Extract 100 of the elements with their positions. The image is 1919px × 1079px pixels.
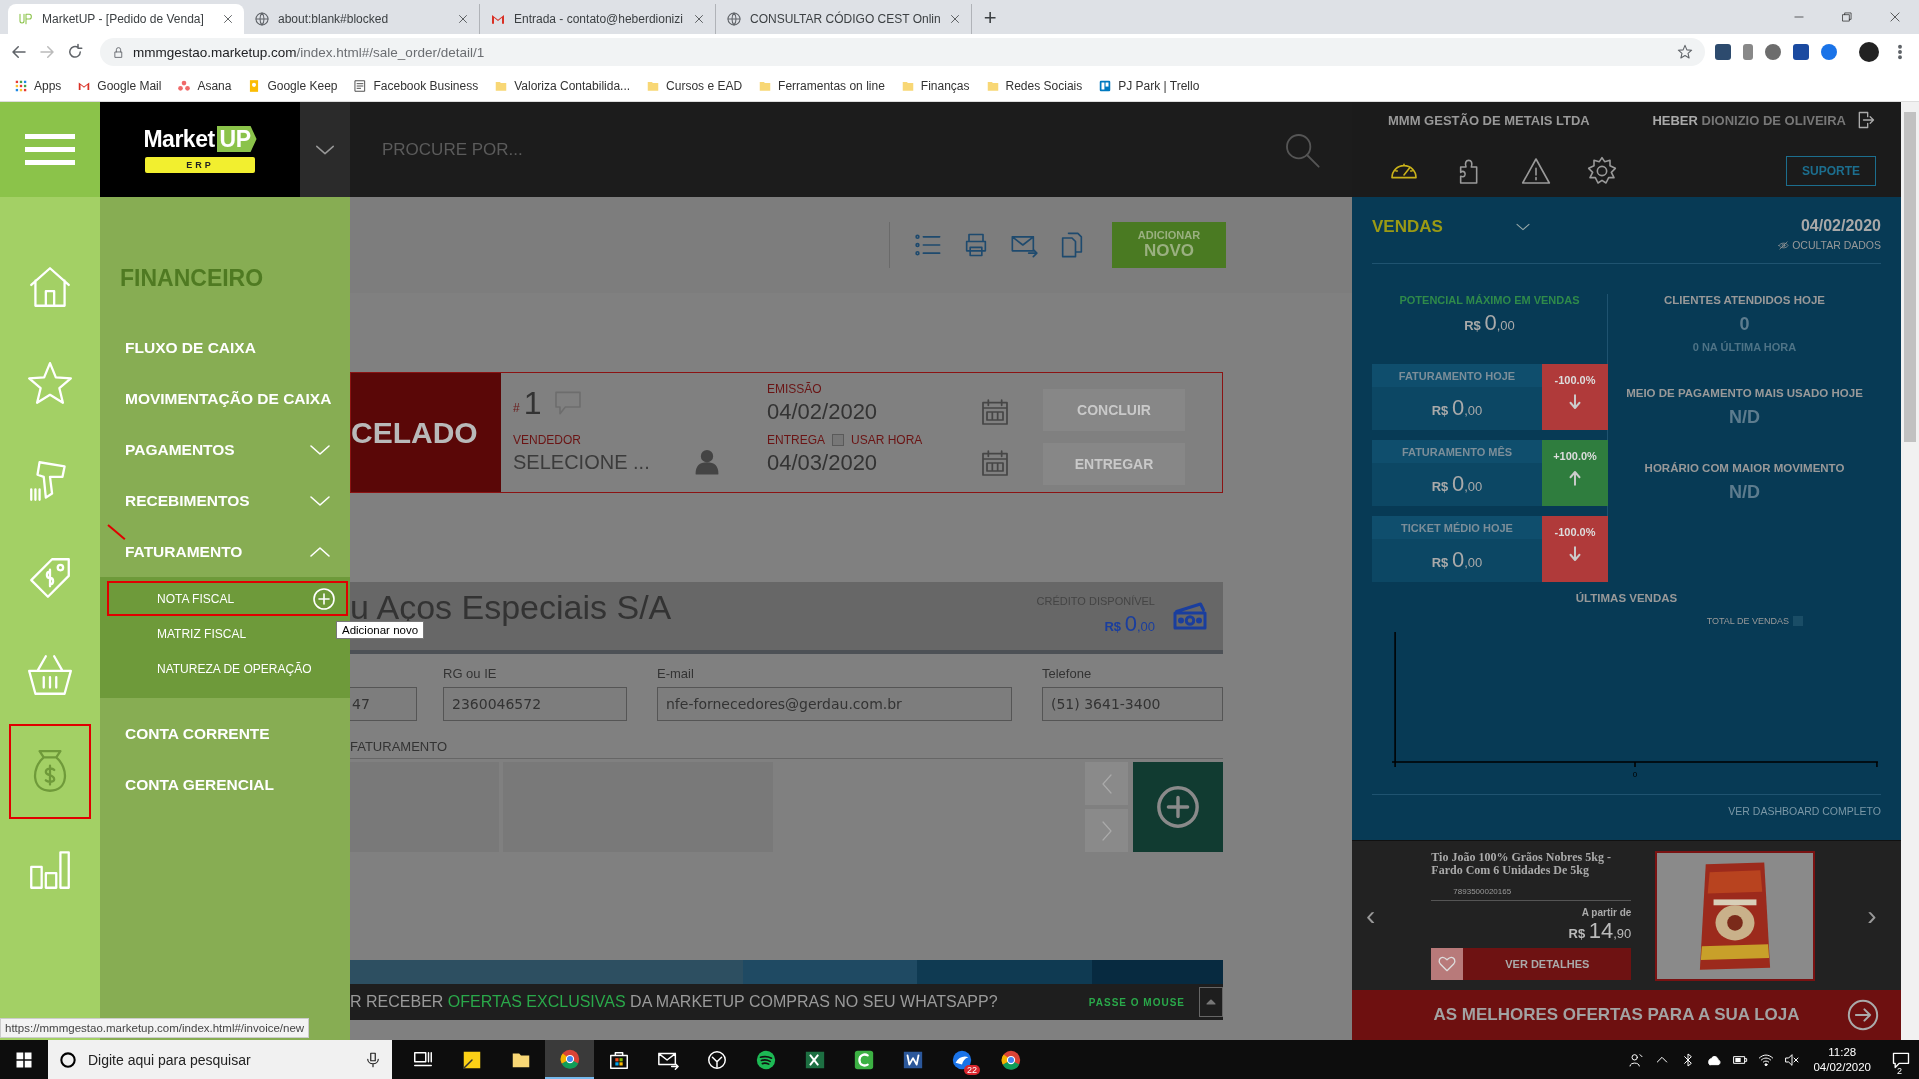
close-icon[interactable] — [457, 13, 469, 25]
taskbar-app[interactable]: 22 — [937, 1040, 986, 1079]
menu-item[interactable]: PAGAMENTOS — [100, 424, 350, 475]
selected-nav-item[interactable] — [9, 724, 91, 819]
company-name: MMM GESTÃO DE METAIS LTDA — [1388, 112, 1591, 128]
metric-value: R$ 0,00 — [1430, 547, 1484, 573]
search-icon — [58, 1049, 78, 1070]
extension-icon[interactable] — [1765, 44, 1781, 60]
music-icon — [754, 1048, 777, 1071]
app-icon — [18, 11, 34, 27]
bookmark-item[interactable]: Finanças — [900, 78, 970, 93]
hidden-eye-icon — [1778, 239, 1790, 251]
badge: 22 — [964, 1065, 980, 1075]
add-button[interactable] — [1133, 762, 1223, 852]
people-icon[interactable] — [1628, 1051, 1645, 1068]
restore-icon[interactable] — [1840, 10, 1854, 24]
settings-icon[interactable] — [1586, 155, 1618, 187]
mute-icon[interactable] — [1784, 1051, 1801, 1068]
back-icon[interactable] — [10, 43, 28, 61]
grid-icon — [14, 78, 28, 93]
close-icon[interactable] — [948, 13, 961, 25]
vendor-select[interactable]: SELECIONE ... — [513, 450, 693, 474]
close-icon[interactable] — [693, 13, 705, 25]
arrow-right-icon — [1845, 998, 1880, 1032]
product-name: Tio João 100% Grãos Nobres 5kg - Fardo Com 6 Unidades De 5kg — [1431, 851, 1612, 877]
dashboard-title[interactable]: VENDAS — [1372, 217, 1443, 237]
text-field[interactable]: 47 — [350, 687, 417, 721]
bookmark-item[interactable]: Cursos e EAD — [646, 78, 743, 93]
field-label: VENDEDOR — [513, 433, 582, 447]
avatar-icon[interactable] — [1859, 42, 1879, 62]
stat-value: 0 — [1738, 314, 1751, 335]
field-label: E-mail — [657, 666, 695, 681]
microphone-icon[interactable] — [364, 1050, 382, 1069]
reload-icon[interactable] — [66, 43, 84, 61]
menu-item[interactable]: FATURAMENTO — [100, 526, 350, 577]
menu-item[interactable]: FLUXO DE CAIXA — [100, 322, 350, 373]
details-button[interactable]: VER DETALHES — [1463, 947, 1632, 980]
text-field[interactable]: (51) 3641-3400 — [1042, 687, 1223, 721]
submenu-item[interactable]: NATUREZA DE OPERAÇÃO — [107, 651, 348, 686]
clock[interactable]: 11:28 04/02/2020 — [1813, 1044, 1871, 1075]
star-icon[interactable] — [1677, 44, 1693, 60]
checkbox[interactable] — [832, 434, 844, 446]
browser-tab[interactable]: MarketUP - [Pedido de Venda] — [8, 4, 244, 34]
field-label: ENTREGA — [767, 433, 825, 447]
warning-icon[interactable] — [1520, 155, 1552, 187]
wifi-icon[interactable] — [1758, 1051, 1775, 1068]
tab-title: Entrada - contato@heberdionizi — [514, 12, 684, 26]
lock-icon — [112, 45, 125, 59]
dots-icon — [177, 78, 192, 93]
close-icon[interactable] — [1888, 10, 1902, 24]
bookmark-item[interactable]: PJ Park | Trello — [1098, 78, 1200, 93]
extension-icon[interactable] — [1715, 44, 1731, 60]
axis-tick-label: 0 — [1631, 770, 1639, 779]
menu-title: FINANCEIRO — [119, 265, 265, 292]
issue-date: 04/02/2020 — [767, 399, 879, 425]
menu-item[interactable]: CONTA CORRENTE — [100, 708, 350, 759]
support-button[interactable]: SUPORTE — [1786, 156, 1876, 186]
scrollbar[interactable] — [1901, 102, 1919, 1040]
logo: Market UP — [143, 126, 257, 153]
text-field[interactable]: nfe-fornecedores@gerdau.com.br — [657, 687, 1012, 721]
bookmark-item[interactable]: Google Keep — [247, 78, 338, 93]
taskbar-search[interactable]: Digite aqui para pesquisar — [48, 1040, 392, 1079]
close-icon[interactable] — [222, 13, 234, 25]
bookmark-item[interactable]: Ferramentas on line — [758, 78, 885, 93]
bookmark-item[interactable]: Asana — [177, 78, 232, 93]
next-arrow[interactable]: › — [1867, 899, 1877, 932]
bookmark-item[interactable]: Redes Sociais — [985, 78, 1083, 93]
menu-item[interactable]: CONTA GERENCIAL — [100, 759, 350, 810]
chevron-right-icon — [1101, 820, 1112, 841]
extension-icon[interactable] — [1821, 44, 1837, 60]
bookmark-item[interactable]: Facebook Business — [353, 78, 479, 93]
tooltip: Adicionar novo — [336, 621, 425, 639]
stat-label: HORÁRIO COM MAIOR MOVIMENTO — [1644, 462, 1845, 474]
field-label: Telefone — [1042, 666, 1093, 681]
windows-icon[interactable] — [15, 1050, 33, 1069]
taskbar-app[interactable] — [545, 1040, 594, 1079]
submenu-item[interactable]: NOTA FISCAL — [107, 581, 348, 616]
previous-arrow[interactable]: ‹ — [1366, 899, 1376, 932]
collapse-button[interactable] — [1199, 987, 1223, 1017]
notification-count: 2 — [1897, 1065, 1902, 1076]
metric-value: R$ 0,00 — [1463, 310, 1516, 336]
dashboard-link[interactable]: VER DASHBOARD COMPLETO — [1372, 794, 1881, 817]
bookmark-item[interactable]: Apps — [14, 78, 62, 93]
metric-label: TICKET MÉDIO HOJE — [1372, 516, 1542, 539]
hide-data-link[interactable]: OCULTAR DADOS — [1778, 239, 1881, 251]
stat-value: N/D — [1728, 482, 1761, 503]
bookmark-item[interactable]: Google Mail — [77, 78, 162, 93]
extension-icon[interactable] — [1793, 44, 1809, 60]
logout-icon[interactable] — [1856, 110, 1876, 130]
text-field[interactable]: 2360046572 — [443, 687, 627, 721]
bookmark-item[interactable]: Valoriza Contabilida... — [494, 78, 631, 93]
menu-item[interactable]: RECEBIMENTOS — [100, 475, 350, 526]
new-tab-button[interactable]: + — [971, 5, 1009, 34]
favorite-button[interactable] — [1431, 947, 1464, 980]
offers-banner[interactable]: AS MELHORES OFERTAS PARA A SUA LOJA — [1352, 990, 1901, 1040]
add-icon[interactable] — [312, 586, 336, 611]
stat-label: CLIENTES ATENDIDOS HOJE — [1664, 294, 1825, 306]
menu-item[interactable]: MOVIMENTAÇÃO DE CAIXA — [100, 373, 350, 424]
extension-icon[interactable] — [1743, 44, 1753, 60]
address-field[interactable]: mmmgestao.marketup.com/index.html#/sale_order/detail/1 — [100, 38, 1705, 66]
